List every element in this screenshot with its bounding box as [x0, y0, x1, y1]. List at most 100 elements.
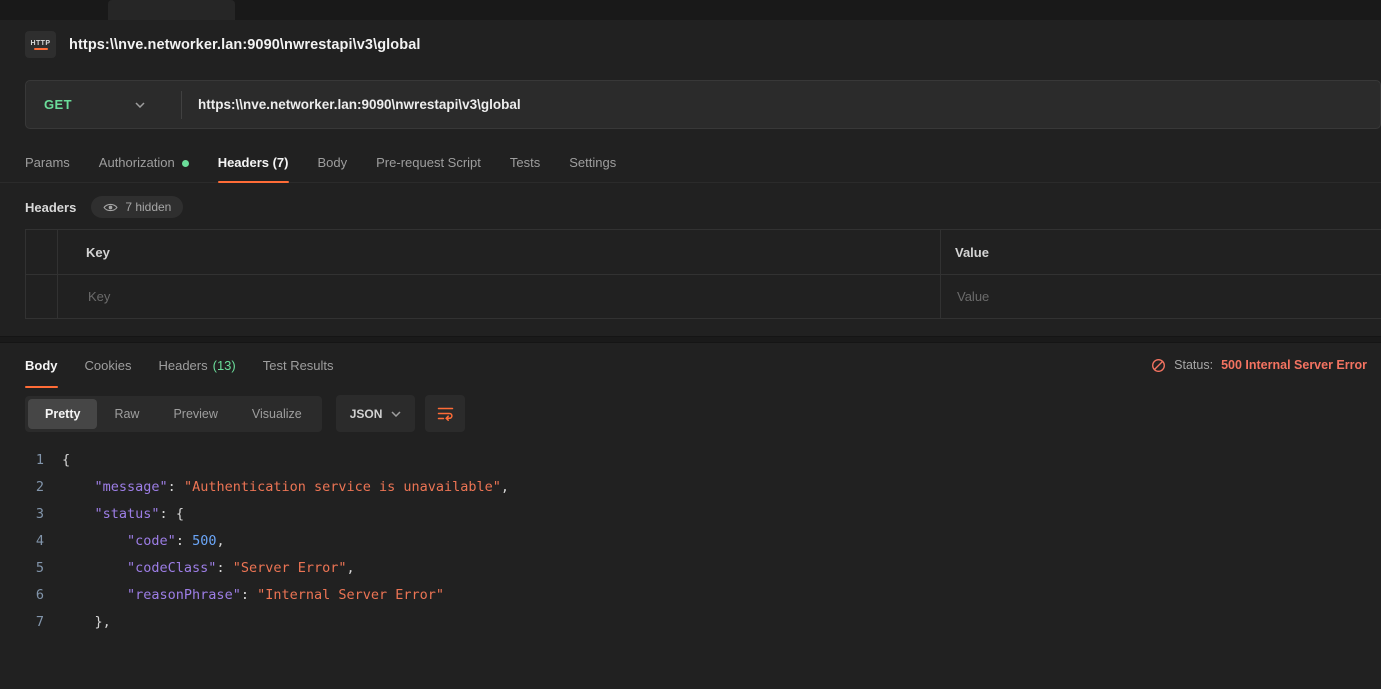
eye-icon	[103, 202, 118, 213]
token-key: "message"	[95, 479, 168, 495]
token-key: "code"	[127, 533, 176, 549]
request-tab-pre-request-script[interactable]: Pre-request Script	[376, 143, 481, 182]
token-punc: :	[216, 560, 232, 576]
token-key: "reasonPhrase"	[127, 587, 241, 603]
wrap-lines-button[interactable]	[425, 395, 465, 432]
request-tab-settings[interactable]: Settings	[569, 143, 616, 182]
token-str: "Internal Server Error"	[257, 587, 444, 603]
code-line: 6 "reasonPhrase": "Internal Server Error…	[0, 582, 1381, 609]
http-badge-accent	[34, 48, 48, 50]
tab-label: Params	[25, 155, 70, 170]
token-punc	[62, 479, 95, 495]
token-punc: :	[160, 506, 176, 522]
code-text: "code": 500,	[62, 528, 225, 555]
key-input[interactable]	[86, 288, 926, 305]
view-mode-raw[interactable]: Raw	[97, 399, 156, 429]
code-line: 4 "code": 500,	[0, 528, 1381, 555]
table-header-row: Key Value	[26, 230, 1381, 274]
response-tab-body[interactable]: Body	[25, 343, 58, 387]
line-number: 7	[25, 609, 44, 636]
response-tab-headers[interactable]: Headers (13)	[158, 343, 235, 387]
response-tab-test-results[interactable]: Test Results	[263, 343, 334, 387]
tab-label: Authorization	[99, 155, 175, 170]
app-tab-bar	[0, 0, 1381, 20]
code-text: "message": "Authentication service is un…	[62, 474, 509, 501]
value-input[interactable]	[955, 288, 1367, 305]
pane-splitter[interactable]	[0, 336, 1381, 343]
unsaved-changes-dot	[182, 160, 189, 167]
column-header-value: Value	[941, 230, 1381, 274]
request-window-tab[interactable]	[108, 0, 235, 20]
token-punc	[62, 533, 127, 549]
view-mode-pretty[interactable]: Pretty	[28, 399, 97, 429]
url-input[interactable]: https:\\nve.networker.lan:9090\nwrestapi…	[182, 97, 521, 112]
code-line: 7 },	[0, 609, 1381, 636]
line-number: 2	[25, 474, 44, 501]
format-label: JSON	[350, 407, 383, 421]
request-tab-tests[interactable]: Tests	[510, 143, 540, 182]
tab-label: Headers	[158, 358, 207, 373]
hidden-headers-toggle[interactable]: 7 hidden	[91, 196, 183, 218]
token-punc: :	[168, 479, 184, 495]
method-selector[interactable]: GET	[26, 81, 181, 128]
headers-table: Key Value	[25, 229, 1381, 319]
value-cell	[941, 275, 1381, 318]
request-tab-params[interactable]: Params	[25, 143, 70, 182]
token-punc: },	[62, 614, 111, 630]
tab-label: Tests	[510, 155, 540, 170]
wrap-lines-icon	[437, 406, 454, 421]
request-title: https:\\nve.networker.lan:9090\nwrestapi…	[69, 37, 421, 53]
view-mode-visualize[interactable]: Visualize	[235, 399, 319, 429]
tab-label: Body	[318, 155, 348, 170]
hidden-headers-label: 7 hidden	[125, 200, 171, 214]
request-tabs: Params Authorization Headers (7) Body Pre-re…	[0, 143, 1381, 183]
headers-section-header: Headers 7 hidden	[0, 183, 1381, 229]
token-key: "status"	[95, 506, 160, 522]
tab-label: Cookies	[85, 358, 132, 373]
tab-label: Pre-request Script	[376, 155, 481, 170]
response-tab-cookies[interactable]: Cookies	[85, 343, 132, 387]
token-punc	[62, 560, 127, 576]
line-number: 1	[25, 447, 44, 474]
token-punc: {	[62, 452, 70, 468]
token-punc: :	[241, 587, 257, 603]
response-toolbar: PrettyRawPreviewVisualize JSON	[0, 387, 1381, 442]
token-punc: ,	[347, 560, 355, 576]
code-text: "reasonPhrase": "Internal Server Error"	[62, 582, 444, 609]
http-badge-text: HTTP	[31, 40, 51, 47]
key-cell	[58, 275, 941, 318]
request-tab-authorization[interactable]: Authorization	[99, 143, 189, 182]
tab-label: Settings	[569, 155, 616, 170]
row-handle-cell	[26, 230, 58, 274]
tab-label: Headers (7)	[218, 155, 289, 170]
code-text: },	[62, 609, 111, 636]
response-status: Status: 500 Internal Server Error	[1151, 343, 1367, 387]
request-title-row: HTTP https:\\nve.networker.lan:9090\nwre…	[0, 20, 1381, 67]
code-text: {	[62, 447, 70, 474]
line-number: 4	[25, 528, 44, 555]
code-line: 5 "codeClass": "Server Error",	[0, 555, 1381, 582]
code-text: "codeClass": "Server Error",	[62, 555, 355, 582]
method-label: GET	[44, 97, 72, 112]
row-handle-cell	[26, 275, 58, 318]
token-punc: :	[176, 533, 192, 549]
token-str: "Server Error"	[233, 560, 347, 576]
insecure-connection-icon[interactable]	[1151, 358, 1166, 373]
request-tab-headers-7[interactable]: Headers (7)	[218, 143, 289, 182]
table-row	[26, 274, 1381, 318]
request-tab-body[interactable]: Body	[318, 143, 348, 182]
view-mode-preview[interactable]: Preview	[156, 399, 234, 429]
token-punc	[62, 506, 95, 522]
token-key: "codeClass"	[127, 560, 216, 576]
headers-section-title: Headers	[25, 200, 76, 215]
chevron-down-icon	[135, 102, 145, 108]
format-dropdown[interactable]: JSON	[336, 395, 416, 432]
tab-label: Test Results	[263, 358, 334, 373]
column-header-key: Key	[58, 230, 941, 274]
status-value: 500 Internal Server Error	[1221, 358, 1367, 372]
response-body-editor[interactable]: 1 {2 "message": "Authentication service i…	[0, 442, 1381, 636]
chevron-down-icon	[391, 411, 401, 417]
line-number: 5	[25, 555, 44, 582]
token-punc	[62, 587, 127, 603]
token-punc: ,	[216, 533, 224, 549]
